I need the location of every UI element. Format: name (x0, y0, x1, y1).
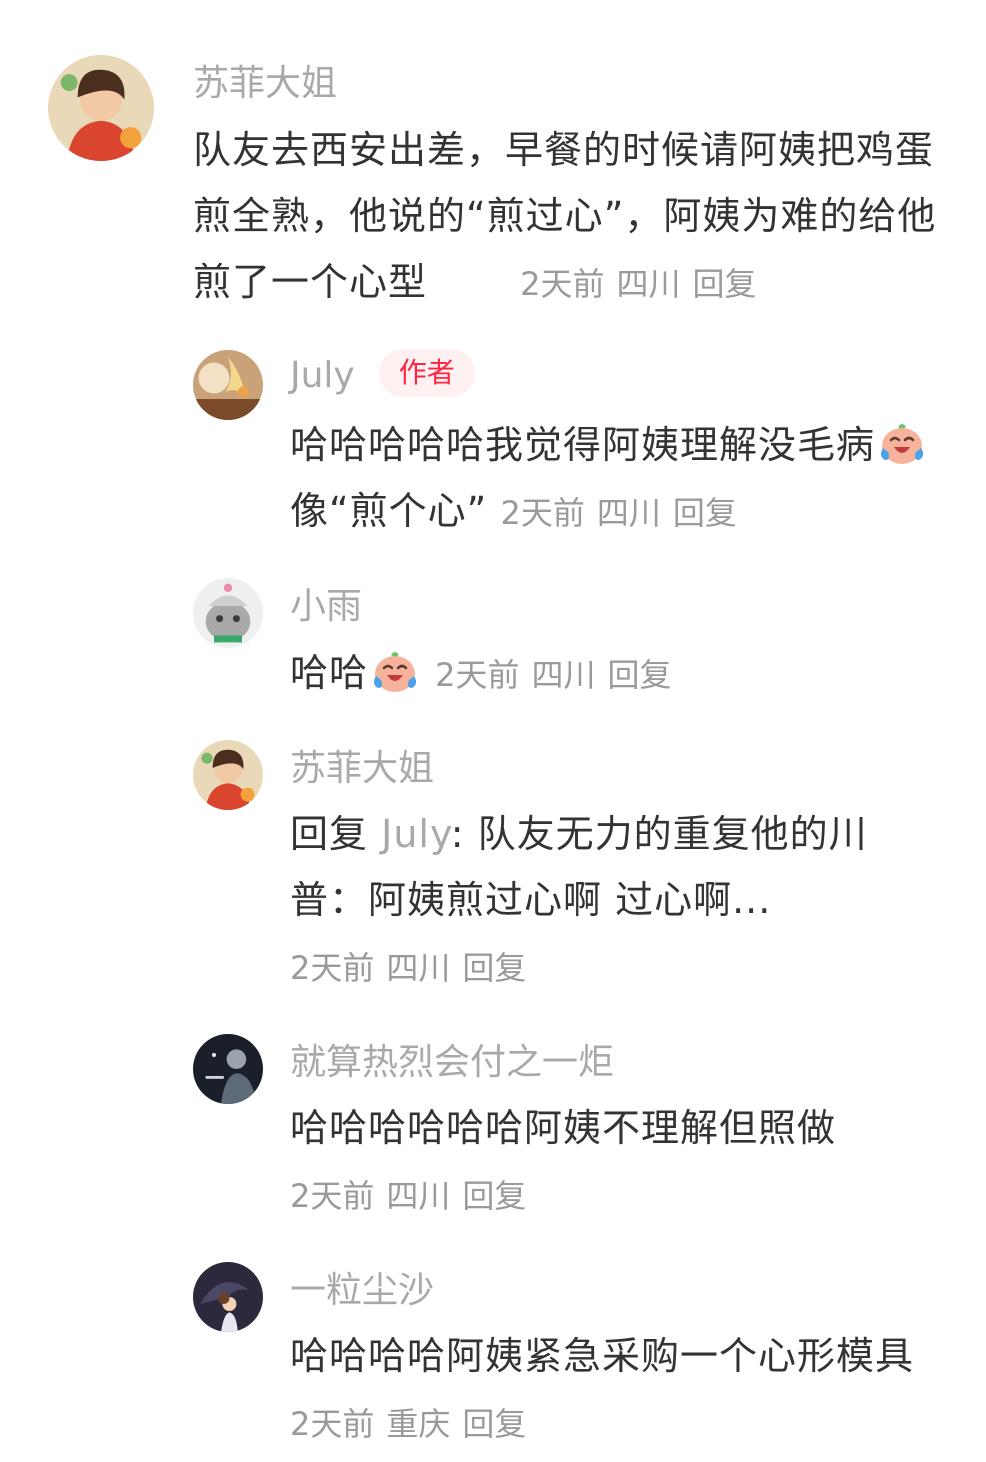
user-avatar[interactable] (193, 1262, 263, 1332)
user-avatar[interactable] (193, 350, 263, 420)
username-row: July 作者 (290, 349, 475, 401)
comment-location: 四川 (531, 656, 596, 694)
comment-text-block: 哈哈哈哈哈哈阿姨不理解但照做 (290, 1095, 950, 1161)
comment-text: 哈哈哈哈哈我觉得阿姨理解没毛病 (290, 423, 876, 467)
username[interactable]: 就算热烈会付之一炬 (290, 1039, 614, 1087)
comment-meta: 2天前 重庆 回复 (290, 1400, 538, 1448)
avatar-icon (193, 1034, 263, 1104)
comment-time: 2天前 (500, 494, 585, 532)
user-avatar[interactable] (193, 578, 263, 648)
avatar-icon (193, 740, 263, 810)
reply-button[interactable]: 回复 (673, 494, 737, 532)
comment-text-block: 哈哈哈哈哈我觉得阿姨理解没毛病像“煎个心” 2天前 四川 回复 (290, 412, 930, 546)
comment-text: 哈哈 (290, 651, 369, 695)
laugh-cry-emoji-icon (370, 648, 420, 694)
comment-text: : 队友无力的重复他的川普：阿姨煎过心啊 过心啊... (290, 812, 868, 922)
comment-location: 四川 (386, 1177, 451, 1215)
reply-button[interactable]: 回复 (462, 1177, 526, 1215)
laugh-cry-emoji-icon (877, 420, 927, 466)
comment-text-block: 哈哈 2天前 四川 回复 (290, 640, 940, 708)
user-avatar[interactable] (193, 1034, 263, 1104)
comment-time: 2天前 (435, 656, 520, 694)
comment-location: 四川 (386, 949, 451, 987)
user-avatar[interactable] (193, 740, 263, 810)
reply-prefix: 回复 (290, 812, 369, 856)
username[interactable]: 小雨 (290, 583, 362, 631)
reply-button[interactable]: 回复 (462, 1405, 526, 1443)
reply-target-username[interactable]: July (381, 812, 451, 856)
comment-text: 哈哈哈哈阿姨紧急采购一个心形模具 (290, 1334, 915, 1378)
comment-text-block: 回复 July: 队友无力的重复他的川普：阿姨煎过心啊 过心啊... (290, 801, 910, 933)
reply-button[interactable]: 回复 (608, 656, 672, 694)
avatar-icon (193, 350, 263, 420)
comment-time: 2天前 (290, 949, 375, 987)
author-badge: 作者 (378, 349, 475, 397)
comment-location: 四川 (596, 494, 661, 532)
reply-button[interactable]: 回复 (462, 949, 526, 987)
reply-button[interactable]: 回复 (693, 265, 757, 303)
comment-time: 2天前 (520, 265, 605, 303)
username[interactable]: 苏菲大姐 (193, 60, 337, 108)
username[interactable]: July (290, 355, 355, 396)
user-avatar[interactable] (48, 55, 154, 161)
avatar-icon (193, 578, 263, 648)
comment-location: 四川 (616, 265, 681, 303)
comment-meta: 2天前 四川 回复 (290, 1172, 538, 1220)
comment-meta: 2天前 四川 回复 (435, 656, 683, 694)
comment-time: 2天前 (290, 1177, 375, 1215)
comment-time: 2天前 (290, 1405, 375, 1443)
avatar-icon (193, 1262, 263, 1332)
comment-meta: 2天前 四川 回复 (290, 944, 538, 992)
comment-text: 哈哈哈哈哈哈阿姨不理解但照做 (290, 1106, 837, 1150)
comment-meta: 2天前 四川 回复 (500, 494, 748, 532)
comment-location: 重庆 (386, 1405, 451, 1443)
avatar-icon (48, 55, 154, 161)
comment-text-block: 哈哈哈哈阿姨紧急采购一个心形模具 (290, 1323, 980, 1389)
comment-text-tail: 像“煎个心” (290, 489, 488, 533)
username[interactable]: 一粒尘沙 (290, 1267, 434, 1315)
comment-meta: 2天前 四川 回复 (520, 265, 768, 303)
comment-text-block: 队友去西安出差，早餐的时候请阿姨把鸡蛋煎全熟，他说的“煎过心”，阿姨为难的给他煎… (193, 117, 963, 317)
username[interactable]: 苏菲大姐 (290, 745, 434, 793)
